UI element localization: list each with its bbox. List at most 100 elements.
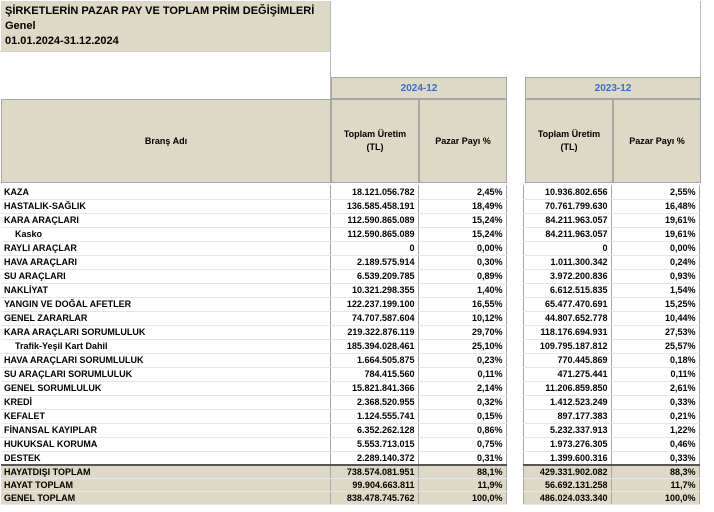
table-row: RAYLI ARAÇLAR 0 0,00% 0 0,00% (1, 241, 700, 256)
share-2024-cell: 0,89% (417, 269, 507, 284)
share-2023-cell: 19,61% (610, 213, 700, 228)
production-2023-cell: 84.211.963.057 (522, 227, 612, 242)
production-2023-cell: 1.011.300.342 (522, 255, 612, 270)
column-gap (506, 339, 523, 353)
column-gap (506, 423, 523, 437)
production-2023-cell: 897.177.383 (522, 409, 612, 424)
table-row: KARA ARAÇLARI 112.590.865.089 15,24% 84.211… (1, 213, 700, 228)
production-2024-cell: 5.553.713.015 (329, 437, 419, 452)
production-2024-cell: 2.289.140.372 (329, 451, 419, 466)
table-row: KAZA 18.121.056.782 2,45% 10.936.802.656 2,5… (1, 185, 700, 200)
branch-name-cell: KARA ARAÇLARI (1, 213, 330, 228)
production-2023-cell: 56.692.131.258 (522, 478, 612, 492)
column-gap (506, 255, 523, 269)
period-previous: 2023-12 (525, 77, 701, 99)
production-2023-cell: 109.795.187.812 (522, 339, 612, 354)
production-2023-cell: 486.024.033.340 (522, 491, 612, 505)
branch-name-cell: SU ARAÇLARI SORUMLULUK (1, 367, 330, 382)
share-2023-cell: 0,93% (610, 269, 700, 284)
column-gap (506, 199, 523, 213)
table-row: HUKUKSAL KORUMA 5.553.713.015 0,75% 1.973.2… (1, 437, 700, 452)
branch-name-cell: SU ARAÇLARI (1, 269, 330, 284)
branch-name-cell: YANGIN VE DOĞAL AFETLER (1, 297, 330, 312)
share-2023-cell: 0,33% (610, 395, 700, 410)
branch-name-cell: NAKLİYAT (1, 283, 330, 298)
share-2023-cell: 19,61% (610, 227, 700, 242)
column-gap (506, 451, 523, 465)
branch-name-cell: KREDİ (1, 395, 330, 410)
branch-name-cell: RAYLI ARAÇLAR (1, 241, 330, 256)
share-2024-cell: 0,86% (417, 423, 507, 438)
branch-name-cell: KAZA (1, 185, 330, 200)
share-2023-cell: 1,22% (610, 423, 700, 438)
table-row: KEFALET 1.124.555.741 0,15% 897.177.383 0,21… (1, 409, 700, 424)
report-title: ŞİRKETLERİN PAZAR PAY VE TOPLAM PRİM DEĞ… (5, 5, 315, 17)
branch-name-cell: HAYAT TOPLAM (1, 478, 330, 492)
table-body: KAZA 18.121.056.782 2,45% 10.936.802.656 2,5… (1, 185, 700, 505)
share-2024-cell: 10,12% (417, 311, 507, 326)
share-2024-cell: 15,24% (417, 227, 507, 242)
column-gap (506, 241, 523, 255)
table-row: HAVA ARAÇLARI SORUMLULUK 1.664.505.875 0,2… (1, 353, 700, 368)
share-2024-cell: 2,45% (417, 185, 507, 200)
production-2023-cell: 118.176.694.931 (522, 325, 612, 340)
production-2023-cell: 6.612.515.835 (522, 283, 612, 298)
column-gap (506, 437, 523, 451)
branch-name-cell: Kasko (1, 227, 330, 242)
grid-line (0, 51, 330, 52)
table-row: YANGIN VE DOĞAL AFETLER 122.237.199.100 16… (1, 297, 700, 312)
share-2024-cell: 15,24% (417, 213, 507, 228)
production-2024-cell: 6.352.262.128 (329, 423, 419, 438)
branch-name-cell: HASTALIK-SAĞLIK (1, 199, 330, 214)
total-row: HAYAT TOPLAM 99.904.663.811 11,9% 56.692.13… (1, 478, 700, 492)
column-gap (506, 381, 523, 395)
share-2024-cell: 88,1% (417, 464, 507, 479)
branch-name-cell: Trafik-Yeşil Kart Dahil (1, 339, 330, 354)
production-2023-cell: 0 (522, 241, 612, 256)
period-current: 2024-12 (331, 77, 507, 99)
share-2023-cell: 10,44% (610, 311, 700, 326)
column-gap (506, 478, 523, 492)
production-2023-cell: 11.206.859.850 (522, 381, 612, 396)
column-gap (506, 353, 523, 367)
production-2024-cell: 0 (329, 241, 419, 256)
table-row: FİNANSAL KAYIPLAR 6.352.262.128 0,86% 5.232… (1, 423, 700, 438)
share-2024-cell: 1,40% (417, 283, 507, 298)
share-2024-cell: 18,49% (417, 199, 507, 214)
share-2023-cell: 100,0% (610, 491, 700, 505)
column-gap (506, 185, 523, 199)
production-2023-cell: 1.412.523.249 (522, 395, 612, 410)
column-gap (506, 325, 523, 339)
share-2024-cell: 0,31% (417, 451, 507, 466)
production-2023-cell: 44.807.652.778 (522, 311, 612, 326)
total-row: GENEL TOPLAM 838.478.745.762 100,0% 486.024… (1, 491, 700, 505)
production-2023-cell: 770.445.869 (522, 353, 612, 368)
report-title-block: ŞİRKETLERİN PAZAR PAY VE TOPLAM PRİM DEĞ… (1, 1, 330, 51)
header-total-production-2023: Toplam Üretim (TL) (525, 99, 613, 183)
share-2023-cell: 0,11% (610, 367, 700, 382)
market-share-table: KAZA 18.121.056.782 2,45% 10.936.802.656 2,5… (1, 185, 700, 505)
production-2023-cell: 3.972.200.836 (522, 269, 612, 284)
share-2023-cell: 0,33% (610, 451, 700, 466)
production-2023-cell: 5.232.337.913 (522, 423, 612, 438)
branch-name-cell: GENEL SORUMLULUK (1, 381, 330, 396)
share-2023-cell: 27,53% (610, 325, 700, 340)
production-2024-cell: 136.585.458.191 (329, 199, 419, 214)
table-row: GENEL ZARARLAR 74.707.587.604 10,12% 44.807… (1, 311, 700, 326)
column-gap (506, 297, 523, 311)
production-2024-cell: 112.590.865.089 (329, 213, 419, 228)
production-2024-cell: 738.574.081.951 (329, 464, 419, 479)
table-row: GENEL SORUMLULUK 15.821.841.366 2,14% 11.20… (1, 381, 700, 396)
share-2023-cell: 11,7% (610, 478, 700, 492)
column-gap (506, 465, 523, 479)
branch-name-cell: GENEL TOPLAM (1, 491, 330, 505)
branch-name-cell: HAYATDIŞI TOPLAM (1, 464, 330, 479)
header-total-production-2024: Toplam Üretim (TL) (331, 99, 419, 183)
production-2024-cell: 122.237.199.100 (329, 297, 419, 312)
share-2024-cell: 2,14% (417, 381, 507, 396)
share-2023-cell: 2,61% (610, 381, 700, 396)
table-row: KREDİ 2.368.520.955 0,32% 1.412.523.249 0,33… (1, 395, 700, 410)
table-row: HASTALIK-SAĞLIK 136.585.458.191 18,49% 70.7… (1, 199, 700, 214)
table-row: SU ARAÇLARI 6.539.209.785 0,89% 3.972.200.8… (1, 269, 700, 284)
production-2024-cell: 18.121.056.782 (329, 185, 419, 200)
